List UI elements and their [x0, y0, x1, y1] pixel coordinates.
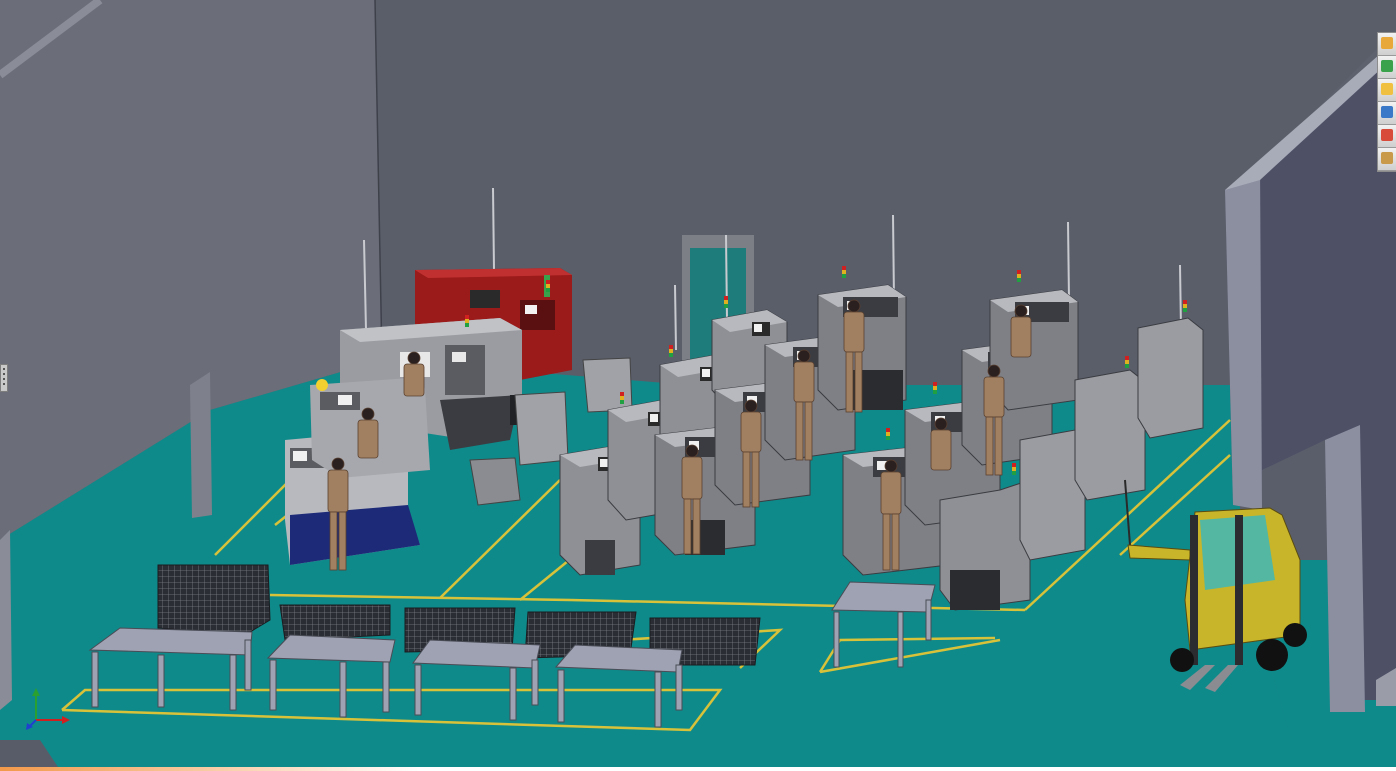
solidworks-resources-tab[interactable]	[1378, 33, 1396, 56]
view-palette-icon	[1381, 106, 1393, 118]
design-library-tab[interactable]	[1378, 56, 1396, 79]
status-bar-edge	[0, 767, 1396, 771]
graphics-viewport[interactable]	[0, 0, 1396, 771]
pillar-left	[190, 372, 212, 518]
appearances-scenes-icon	[1381, 129, 1393, 141]
file-explorer-tab[interactable]	[1378, 79, 1396, 102]
coordinate-triad	[26, 688, 70, 730]
feature-manager-collapse-handle[interactable]	[0, 364, 8, 392]
custom-properties-icon	[1381, 152, 1393, 164]
solidworks-resources-icon	[1381, 37, 1393, 49]
task-pane-tabs	[1377, 32, 1396, 172]
file-explorer-icon	[1381, 83, 1393, 95]
design-library-icon	[1381, 60, 1393, 72]
custom-properties-tab[interactable]	[1378, 148, 1396, 171]
appearances-scenes-tab[interactable]	[1378, 125, 1396, 148]
view-palette-tab[interactable]	[1378, 102, 1396, 125]
